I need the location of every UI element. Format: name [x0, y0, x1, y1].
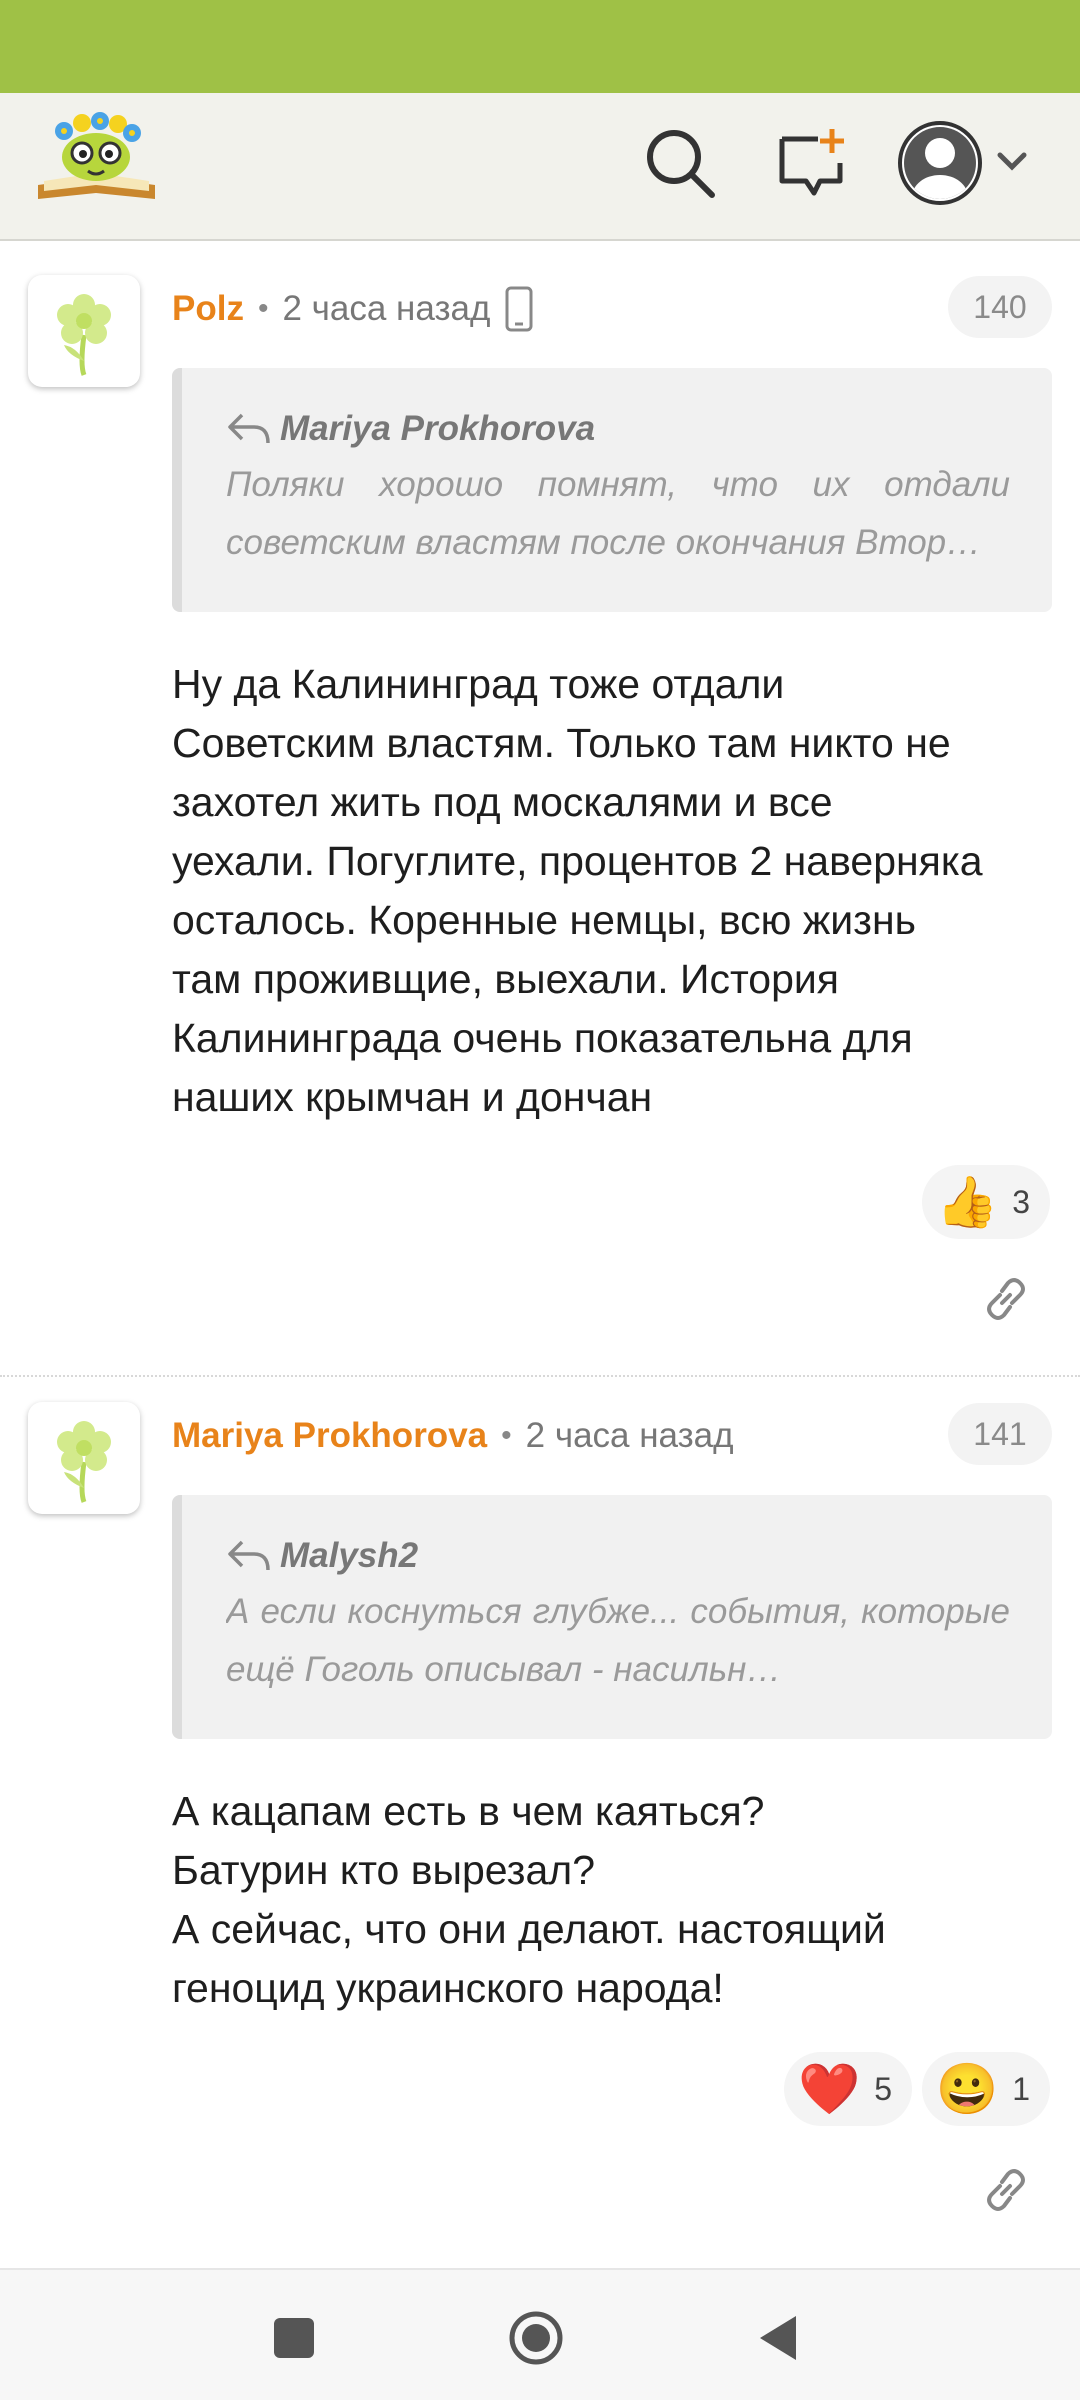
quote-header: Malysh2: [226, 1533, 1010, 1579]
home-icon[interactable]: [508, 2310, 564, 2366]
comment-line: А кацапам есть в чем каяться?: [172, 1788, 765, 1834]
comment-line: Ну да Калининград тоже отдали: [172, 661, 785, 707]
user-menu-button[interactable]: [898, 117, 1048, 209]
reply-arrow-icon: [228, 1540, 270, 1571]
reaction-heart[interactable]: ❤️ 5: [784, 2052, 913, 2126]
quote-block[interactable]: Mariya Prokhorova Поляки хорошо помнят, …: [172, 368, 1052, 612]
user-avatar[interactable]: [28, 275, 140, 387]
comment-line: геноцид украинского народа!: [172, 1965, 724, 2011]
user-avatar[interactable]: [28, 1402, 140, 1514]
comment-line: наших крымчан и дончан: [172, 1074, 653, 1120]
reaction-like[interactable]: 👍 3: [922, 1165, 1051, 1239]
comment-line: Калининграда очень показательна для: [172, 1015, 913, 1061]
comment-line: осталось. Коренные немцы, всю жизнь: [172, 897, 916, 943]
status-bar: [0, 0, 1080, 93]
back-icon[interactable]: [752, 2310, 808, 2366]
quote-text: А если коснуться глубже... события, кото…: [226, 1592, 1010, 1689]
comment-line: там проживщие, выехали. История: [172, 956, 839, 1002]
system-navigation-bar: [0, 2268, 1080, 2400]
quote-author: Mariya Prokhorova: [280, 409, 596, 448]
link-icon[interactable]: [980, 2164, 1032, 2216]
comment-divider: [0, 1375, 1080, 1377]
reaction-count: 5: [874, 2070, 893, 2107]
comment-item: Polz • 2 часа назад 140 Mariya Prokhorov…: [0, 241, 1080, 1371]
comment-number-badge[interactable]: 141: [948, 1403, 1052, 1465]
comment-number-badge[interactable]: 140: [948, 276, 1052, 338]
comment-line: уехали. Погуглите, процентов 2 наверняка: [172, 838, 983, 884]
comment-line: Батурин кто вырезал?: [172, 1847, 596, 1893]
app-header: [0, 93, 1080, 241]
comment-meta: Mariya Prokhorova • 2 часа назад: [172, 1411, 734, 1461]
mobile-device-icon: [505, 286, 533, 332]
comment-line: захотел жить под москалями и все: [172, 779, 833, 825]
search-icon[interactable]: [640, 123, 720, 203]
new-message-icon[interactable]: [772, 123, 852, 203]
reaction-smile[interactable]: 😀 1: [922, 2052, 1051, 2126]
quote-text: Поляки хорошо помнят, что их отдали сове…: [226, 465, 1010, 562]
flower-icon: [57, 294, 111, 376]
quote-author: Malysh2: [280, 1536, 419, 1575]
thumbs-up-icon: 👍: [936, 1174, 999, 1230]
recent-apps-icon[interactable]: [266, 2310, 322, 2366]
comment-item: Mariya Prokhorova • 2 часа назад 141 Mal…: [0, 1378, 1080, 2268]
comment-line: А сейчас, что они делают. настоящий: [172, 1906, 886, 1952]
comment-time: 2 часа назад: [282, 289, 491, 328]
quote-block[interactable]: Malysh2 А если коснуться глубже... событ…: [172, 1495, 1052, 1739]
quote-header: Mariya Prokhorova: [226, 406, 1010, 452]
reaction-count: 3: [1012, 1183, 1031, 1220]
comment-line: Советским властям. Только там никто не: [172, 720, 951, 766]
smile-icon: 😀: [936, 2061, 999, 2117]
site-logo[interactable]: [34, 107, 159, 207]
comment-body: А кацапам есть в чем каяться? Батурин кт…: [172, 1782, 1052, 2018]
separator-dot: •: [257, 292, 269, 325]
heart-icon: ❤️: [798, 2061, 861, 2117]
comment-author[interactable]: Polz: [172, 289, 244, 329]
separator-dot: •: [501, 1419, 512, 1452]
comment-author[interactable]: Mariya Prokhorova: [172, 1416, 487, 1456]
reaction-count: 1: [1012, 2070, 1031, 2107]
comment-meta: Polz • 2 часа назад: [172, 284, 534, 334]
link-icon[interactable]: [980, 1273, 1032, 1325]
comment-time: 2 часа назад: [525, 1416, 734, 1455]
flower-icon: [57, 1421, 111, 1503]
reply-arrow-icon: [228, 413, 270, 444]
comment-body: Ну да Калининград тоже отдали Советским …: [172, 655, 1052, 1127]
